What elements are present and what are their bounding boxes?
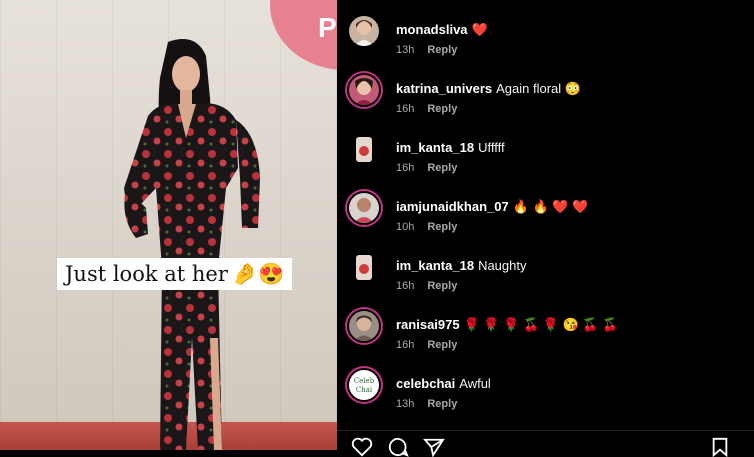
- comment-time: 13h: [396, 44, 415, 56]
- heart-icon[interactable]: [351, 437, 373, 457]
- post-caption: Just look at her 🤌😍: [57, 258, 293, 290]
- comment-text: 🌹 🌹 🌹 🍒 🌹 😘 🍒 🍒: [463, 317, 619, 332]
- user-avatar[interactable]: Celeb Chai: [349, 370, 379, 400]
- comments-panel: monadsliva ❤️ 13h Reply katrina_univers Aga…: [337, 0, 754, 457]
- user-avatar[interactable]: [349, 193, 379, 223]
- comment-username[interactable]: ranisai975 🌹 🌹 🌹 🍒 🌹 😘 🍒 🍒: [396, 317, 618, 333]
- comment-item: ranisai975 🌹 🌹 🌹 🍒 🌹 😘 🍒 🍒 16h Reply: [349, 311, 749, 361]
- reply-button[interactable]: Reply: [427, 162, 457, 174]
- comment-username[interactable]: celebchai Awful: [396, 376, 491, 391]
- comment-text: Awful: [459, 376, 491, 391]
- comment-time: 10h: [396, 221, 415, 233]
- comment-item: katrina_univers Again floral 😳 16h Reply: [349, 75, 749, 125]
- comment-item: im_kanta_18 Ufffff 16h Reply: [349, 134, 749, 184]
- post-action-bar: [337, 430, 754, 457]
- celebchai-logo-text: Celeb: [354, 377, 375, 385]
- caption-text: Just look at her: [65, 262, 228, 286]
- comment-text: Again floral 😳: [496, 81, 581, 96]
- share-icon[interactable]: [423, 437, 445, 457]
- comment-time: 16h: [396, 339, 415, 351]
- reply-button[interactable]: Reply: [427, 221, 457, 233]
- user-avatar[interactable]: [349, 311, 379, 341]
- comment-text: Ufffff: [478, 140, 505, 155]
- comment-time: 16h: [396, 162, 415, 174]
- comment-item: Celeb Chai celebchai Awful 13h Reply: [349, 370, 749, 420]
- comment-item: iamjunaidkhan_07 🔥 🔥 ❤️ ❤️ 10h Reply: [349, 193, 749, 243]
- user-avatar[interactable]: [349, 252, 379, 282]
- svg-text:Chai: Chai: [356, 386, 373, 394]
- reply-button[interactable]: Reply: [427, 44, 457, 56]
- comment-time: 16h: [396, 103, 415, 115]
- celebrity-figure: [124, 39, 260, 450]
- comment-text: 🔥 🔥 ❤️ ❤️: [512, 199, 589, 214]
- reply-button[interactable]: Reply: [427, 339, 457, 351]
- comment-username[interactable]: im_kanta_18 Ufffff: [396, 140, 505, 155]
- comment-username[interactable]: katrina_univers Again floral 😳: [396, 81, 581, 97]
- comment-text: ❤️: [471, 22, 488, 37]
- comment-icon[interactable]: [387, 437, 409, 457]
- caption-emojis: 🤌😍: [231, 261, 285, 286]
- reply-button[interactable]: Reply: [427, 280, 457, 292]
- comment-username[interactable]: monadsliva ❤️: [396, 22, 488, 38]
- user-avatar[interactable]: [349, 134, 379, 164]
- comment-time: 16h: [396, 280, 415, 292]
- reply-button[interactable]: Reply: [427, 103, 457, 115]
- reply-button[interactable]: Reply: [427, 398, 457, 410]
- user-avatar[interactable]: [349, 75, 379, 105]
- user-avatar[interactable]: [349, 16, 379, 46]
- comment-item: monadsliva ❤️ 13h Reply: [349, 16, 749, 66]
- comment-item: im_kanta_18 Naughty 16h Reply: [349, 252, 749, 302]
- post-image[interactable]: P Just look at her 🤌😍: [0, 0, 337, 450]
- bookmark-icon[interactable]: [711, 437, 729, 457]
- comment-username[interactable]: im_kanta_18 Naughty: [396, 258, 526, 273]
- comment-username[interactable]: iamjunaidkhan_07 🔥 🔥 ❤️ ❤️: [396, 199, 588, 215]
- comment-time: 13h: [396, 398, 415, 410]
- comment-text: Naughty: [478, 258, 527, 273]
